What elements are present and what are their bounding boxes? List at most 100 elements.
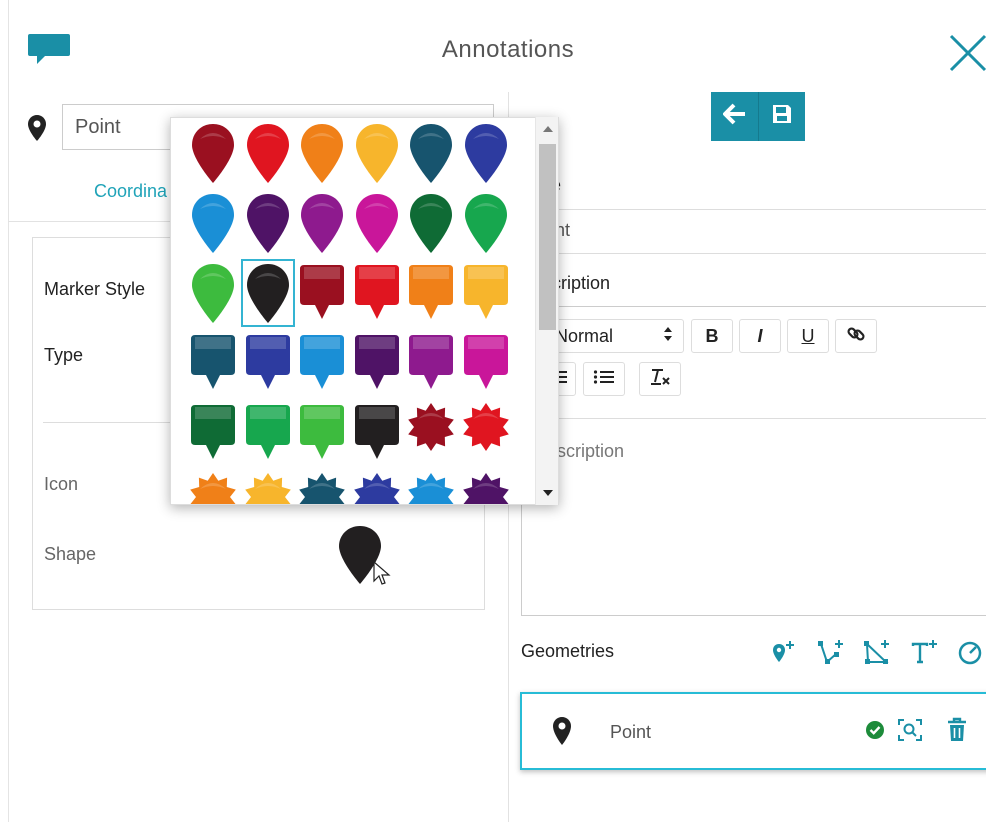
marker-option[interactable]: [350, 189, 404, 257]
marker-shape-icon: [409, 335, 453, 389]
map-marker-icon: [552, 716, 572, 751]
marker-shape-icon: [300, 335, 344, 389]
clear-formatting-button[interactable]: [639, 362, 681, 396]
marker-option[interactable]: [240, 259, 295, 327]
marker-option[interactable]: [295, 189, 349, 257]
marker-option[interactable]: [404, 259, 458, 327]
marker-option[interactable]: [295, 119, 349, 187]
toolbar-divider: [521, 418, 986, 419]
marker-option[interactable]: [350, 329, 404, 397]
scroll-up-icon[interactable]: [536, 117, 559, 141]
marker-shape-icon: [463, 265, 508, 319]
marker-shape-icon: [192, 124, 234, 183]
add-point-icon: [770, 641, 798, 670]
italic-button[interactable]: I: [739, 319, 781, 353]
marker-option[interactable]: [186, 329, 240, 397]
marker-option[interactable]: [404, 329, 458, 397]
bold-button[interactable]: B: [691, 319, 733, 353]
marker-option[interactable]: [295, 469, 349, 504]
marker-shape-icon: [353, 473, 400, 504]
marker-shape-icon: [408, 403, 454, 451]
add-polygon-button[interactable]: [862, 638, 892, 671]
marker-option[interactable]: [241, 189, 295, 257]
marker-option[interactable]: [459, 259, 513, 327]
heading-select[interactable]: Normal: [540, 319, 684, 353]
scroll-thumb[interactable]: [539, 144, 556, 330]
bullet-list-icon: [593, 369, 615, 390]
marker-shape-icon: [410, 194, 452, 253]
marker-option[interactable]: [350, 119, 404, 187]
name-field-bottom-border: [521, 253, 986, 254]
marker-option[interactable]: [186, 259, 240, 327]
marker-option[interactable]: [350, 469, 404, 504]
add-line-button[interactable]: [816, 638, 846, 671]
marker-shape-icon: [246, 264, 289, 323]
marker-shape-icon: [246, 194, 289, 253]
marker-option[interactable]: [186, 119, 240, 187]
geometry-item-label: Point: [610, 722, 652, 742]
underline-button[interactable]: U: [787, 319, 829, 353]
description-label: cription: [552, 273, 611, 293]
marker-option[interactable]: [241, 329, 295, 397]
add-point-button[interactable]: [770, 638, 798, 671]
add-circle-icon: [956, 641, 984, 670]
scroll-down-icon[interactable]: [536, 481, 559, 505]
marker-option[interactable]: [404, 119, 458, 187]
trash-icon[interactable]: [947, 717, 967, 748]
marker-shape-icon: [245, 405, 290, 459]
marker-option[interactable]: [459, 329, 513, 397]
back-button[interactable]: [711, 92, 758, 141]
marker-shape-icon: [191, 335, 235, 389]
marker-shape-icon: [354, 335, 399, 389]
marker-shape-icon: [301, 194, 343, 253]
marker-picker-popup: [170, 117, 559, 505]
marker-option[interactable]: [404, 469, 458, 504]
marker-option[interactable]: [459, 469, 513, 504]
marker-shape-icon: [192, 264, 234, 323]
zoom-to-geometry-icon[interactable]: [897, 718, 923, 747]
marker-option[interactable]: [295, 399, 349, 467]
marker-shape-icon: [355, 124, 398, 183]
add-circle-button[interactable]: [956, 638, 984, 671]
add-polygon-icon: [862, 640, 892, 670]
marker-shape-icon: [300, 405, 344, 459]
marker-option[interactable]: [295, 259, 349, 327]
marker-shape-icon: [355, 194, 398, 253]
marker-option[interactable]: [241, 469, 295, 504]
marker-option[interactable]: [459, 119, 513, 187]
marker-option[interactable]: [350, 399, 404, 467]
marker-shape-icon: [301, 124, 343, 183]
save-button[interactable]: [758, 92, 805, 141]
marker-option[interactable]: [186, 189, 240, 257]
geometry-item-point[interactable]: Point: [520, 692, 986, 770]
link-icon: [846, 324, 866, 349]
marker-option[interactable]: [186, 399, 240, 467]
marker-shape-icon: [462, 403, 509, 451]
marker-option[interactable]: [459, 189, 513, 257]
marker-picker-scrollbar[interactable]: [535, 117, 558, 505]
marker-option[interactable]: [241, 119, 295, 187]
action-buttons: [711, 92, 805, 141]
heading-select-value: Normal: [555, 325, 614, 346]
marker-shape-icon: [191, 405, 235, 459]
marker-option[interactable]: [241, 399, 295, 467]
marker-option[interactable]: [350, 259, 404, 327]
marker-option[interactable]: [295, 329, 349, 397]
marker-shape-icon: [464, 124, 507, 183]
clear-formatting-icon: [649, 367, 671, 392]
check-circle-icon[interactable]: [865, 720, 885, 745]
bullet-list-button[interactable]: [583, 362, 625, 396]
panel-title: Annotations: [441, 36, 575, 63]
shape-label: Shape: [44, 544, 97, 564]
add-text-button[interactable]: [910, 638, 940, 671]
marker-option[interactable]: [459, 399, 513, 467]
left-edge-divider: [8, 0, 9, 822]
close-icon[interactable]: [948, 33, 986, 78]
marker-option[interactable]: [404, 399, 458, 467]
marker-shape-icon: [245, 335, 290, 389]
link-button[interactable]: [835, 319, 877, 353]
marker-option[interactable]: [186, 469, 240, 504]
marker-shape-icon: [246, 124, 289, 183]
marker-option[interactable]: [404, 189, 458, 257]
tab-coordinates[interactable]: Coordina: [94, 181, 167, 202]
